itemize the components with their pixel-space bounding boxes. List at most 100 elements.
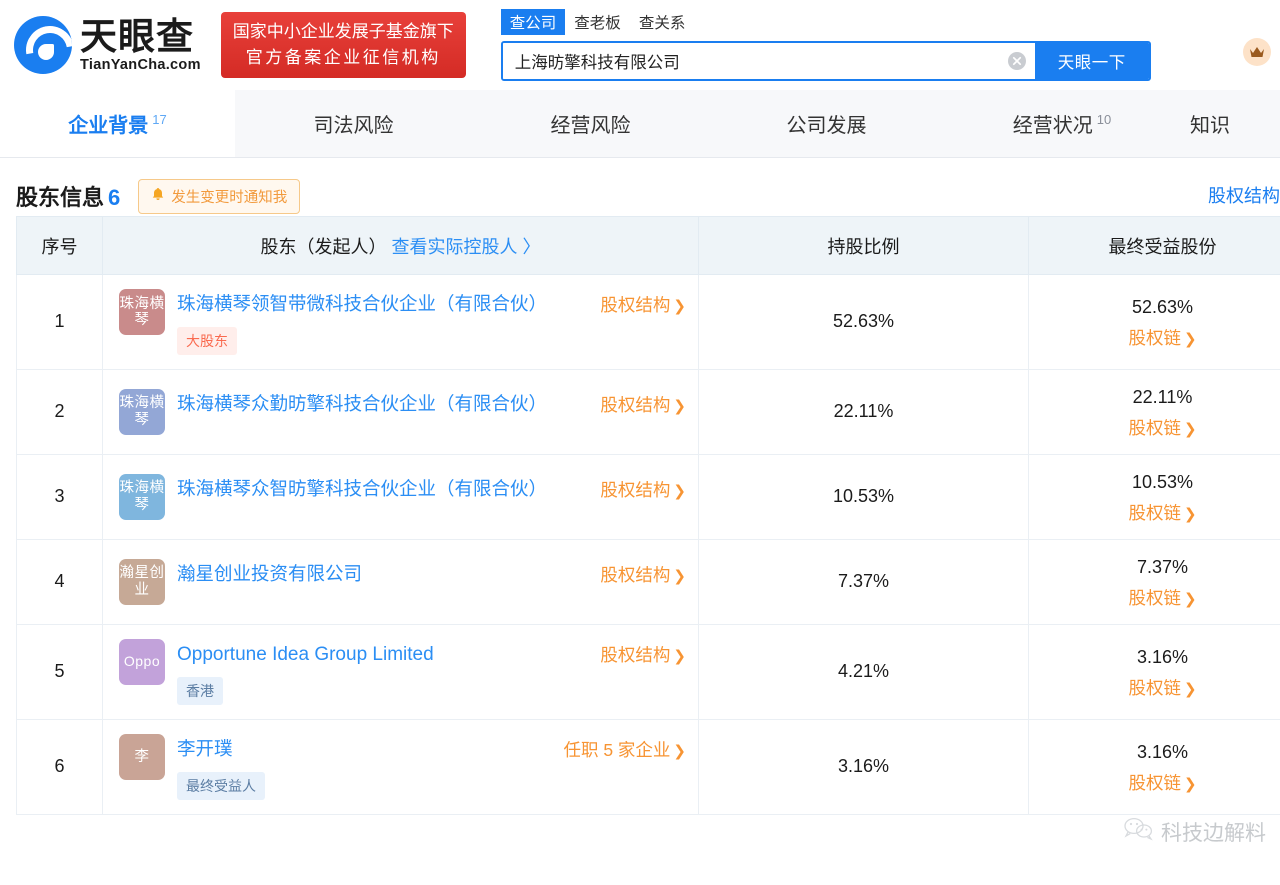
tab-enterprise-background[interactable]: 企业背景 17: [0, 90, 235, 157]
view-actual-controller-link[interactable]: 查看实际控股人 〉: [392, 237, 541, 257]
chevron-right-icon: ❯: [673, 397, 686, 415]
th-index: 序号: [16, 216, 103, 275]
cell-ratio: 52.63%: [698, 274, 1029, 370]
tab-intellectual-property[interactable]: 知识: [1180, 90, 1280, 157]
cell-shareholder: 珠海横琴 珠海横琴领智带微科技合伙企业（有限合伙） 股权结构 ❯ 大股东: [102, 274, 699, 370]
cell-shareholder: Oppo Opportune Idea Group Limited 股权结构 ❯ 香港: [102, 623, 699, 721]
cell-index: 2: [16, 368, 103, 455]
gov-badge-line2: 官方备案企业征信机构: [245, 47, 441, 67]
shareholder-name-link[interactable]: Opportune Idea Group Limited: [177, 640, 600, 669]
chevron-right-icon: ❯: [673, 298, 686, 315]
equity-structure-link[interactable]: 股权结构 ❯: [600, 390, 686, 417]
table-row: 4 瀚星创业 瀚星创业投资有限公司 股权结构 ❯ 7.37% 7.37% 股权链 ❯: [16, 538, 1280, 625]
shareholder-table-wrap: 序号 股东（发起人） 查看实际控股人 〉 持股比例 最终受益股份 1 珠海横琴 珠海…: [0, 216, 1280, 815]
tab-label: 司法风险: [313, 115, 394, 137]
equity-chain-link[interactable]: 股权链 ❯: [1128, 415, 1196, 440]
section-count: 6: [108, 185, 121, 210]
th-ratio: 持股比例: [698, 216, 1029, 275]
table-row: 1 珠海横琴 珠海横琴领智带微科技合伙企业（有限合伙） 股权结构 ❯ 大股东 52.63% 5…: [16, 274, 1280, 370]
table-row: 5 Oppo Opportune Idea Group Limited 股权结构 ❯ 香港…: [16, 623, 1280, 721]
tab-label: 知识: [1190, 115, 1230, 137]
crown-icon[interactable]: [1243, 38, 1271, 66]
search-tab-boss[interactable]: 查老板: [565, 9, 630, 35]
equity-chain-link[interactable]: 股权链 ❯: [1128, 325, 1196, 350]
search-area: 查公司 查老板 查关系 天眼一下: [500, 9, 1151, 81]
table-header: 序号 股东（发起人） 查看实际控股人 〉 持股比例 最终受益股份: [16, 216, 1280, 275]
beneficiary-percent: 22.11%: [1132, 386, 1193, 407]
search-button[interactable]: 天眼一下: [1034, 43, 1149, 79]
logo-title-en: TianYanCha.com: [80, 56, 201, 73]
chevron-right-icon: ❯: [1183, 505, 1197, 523]
search-tab-relation[interactable]: 查关系: [630, 9, 695, 35]
tab-count: 17: [152, 112, 167, 127]
shareholder-name-link[interactable]: 珠海横琴众智昉擎科技合伙企业（有限合伙）: [177, 475, 600, 504]
equity-structure-link[interactable]: 股权结构 ❯: [600, 475, 686, 502]
equity-chain-label: 股权链: [1128, 417, 1181, 438]
tianyancha-logo-icon: [14, 16, 72, 74]
shareholder-name-link[interactable]: 珠海横琴众勤昉擎科技合伙企业（有限合伙）: [177, 390, 600, 419]
equity-chain-link[interactable]: 股权链 ❯: [1128, 770, 1196, 795]
equity-structure-top-link[interactable]: 股权结构: [1208, 182, 1280, 208]
shareholder-tag: 大股东: [177, 326, 237, 355]
cell-shareholder: 珠海横琴 珠海横琴众智昉擎科技合伙企业（有限合伙） 股权结构 ❯: [102, 453, 699, 540]
tab-operating-risk[interactable]: 经营风险: [472, 90, 709, 157]
cell-beneficiary: 3.16% 股权链 ❯: [1028, 719, 1280, 815]
shareholder-name-link[interactable]: 李开璞: [177, 735, 563, 764]
avatar-text: 瀚星创业: [119, 565, 165, 598]
clear-circle-icon[interactable]: [999, 43, 1035, 79]
avatar: 李: [119, 734, 165, 781]
equity-structure-link-label: 股权结构: [600, 564, 671, 585]
th-shareholder-label: 股东（发起人）: [260, 236, 387, 257]
shareholder-table: 序号 股东（发起人） 查看实际控股人 〉 持股比例 最终受益股份 1 珠海横琴 珠海…: [16, 216, 1280, 815]
shareholder-section-header: 股东信息 6 发生变更时通知我 股权结构: [0, 158, 1280, 216]
notify-on-change-button[interactable]: 发生变更时通知我: [138, 178, 301, 214]
company-nav-tabs: 企业背景 17 司法风险 经营风险 公司发展 经营状况 10 知识: [0, 90, 1280, 158]
shareholder-tag: 香港: [177, 677, 223, 706]
wechat-watermark: 科技边解料: [1123, 817, 1266, 847]
equity-chain-link[interactable]: 股权链 ❯: [1128, 500, 1196, 525]
equity-structure-link-label: 股权结构: [600, 394, 671, 415]
tab-operating-status[interactable]: 经营状况 10: [944, 90, 1180, 157]
cell-index: 5: [16, 623, 103, 721]
table-header-row: 序号 股东（发起人） 查看实际控股人 〉 持股比例 最终受益股份: [16, 216, 1280, 275]
search-tabs: 查公司 查老板 查关系: [500, 9, 1151, 35]
avatar-text: Oppo: [123, 652, 161, 669]
equity-structure-link[interactable]: 股权结构 ❯: [600, 640, 686, 667]
cell-index: 6: [16, 719, 103, 815]
equity-chain-link[interactable]: 股权链 ❯: [1128, 585, 1196, 610]
table-row: 2 珠海横琴 珠海横琴众勤昉擎科技合伙企业（有限合伙） 股权结构 ❯ 22.11% 22.1…: [16, 368, 1280, 455]
chevron-right-icon: ❯: [1183, 680, 1197, 698]
cell-beneficiary: 10.53% 股权链 ❯: [1028, 453, 1280, 540]
avatar: 珠海横琴: [119, 388, 165, 435]
tab-label: 经营状况: [1012, 115, 1093, 137]
chevron-right-icon: ❯: [673, 743, 686, 761]
notify-label: 发生变更时通知我: [171, 189, 288, 206]
shareholder-name-link[interactable]: 珠海横琴领智带微科技合伙企业（有限合伙）: [177, 290, 600, 319]
site-logo[interactable]: 天眼查 TianYanCha.com: [14, 16, 201, 74]
cell-beneficiary: 52.63% 股权链 ❯: [1028, 274, 1280, 370]
gov-badge-line1: 国家中小企业发展子基金旗下: [232, 22, 454, 41]
equity-structure-link-label: 股权结构: [600, 644, 671, 665]
shareholder-name-link[interactable]: 瀚星创业投资有限公司: [177, 560, 600, 589]
search-input[interactable]: [502, 43, 999, 79]
tab-judicial-risk[interactable]: 司法风险: [235, 90, 472, 157]
table-row: 6 李李开璞 任职 5 家企业 ❯ 最终受益人 3.16% 3.16% 股权链 ❯: [16, 719, 1280, 815]
cell-beneficiary: 3.16% 股权链 ❯: [1028, 623, 1280, 721]
avatar-text: 珠海横琴: [119, 480, 165, 513]
bell-icon: [151, 187, 165, 206]
avatar: Oppo: [119, 638, 165, 685]
equity-chain-label: 股权链: [1128, 587, 1181, 608]
equity-chain-link[interactable]: 股权链 ❯: [1128, 675, 1196, 700]
chevron-right-icon: ❯: [673, 647, 686, 665]
tab-company-development[interactable]: 公司发展: [709, 90, 944, 157]
cell-ratio: 3.16%: [698, 719, 1029, 815]
beneficiary-percent: 3.16%: [1136, 646, 1189, 667]
avatar-text: 李: [134, 748, 150, 765]
equity-structure-link[interactable]: 股权结构 ❯: [600, 560, 686, 587]
equity-structure-link[interactable]: 股权结构 ❯: [600, 290, 686, 317]
cell-shareholder: 李 李开璞 任职 5 家企业 ❯ 最终受益人: [102, 719, 699, 815]
tab-label: 企业背景: [68, 115, 149, 137]
search-tab-company[interactable]: 查公司: [500, 9, 566, 35]
chevron-right-icon: ❯: [1183, 330, 1197, 348]
equity-structure-link[interactable]: 任职 5 家企业 ❯: [563, 735, 686, 762]
